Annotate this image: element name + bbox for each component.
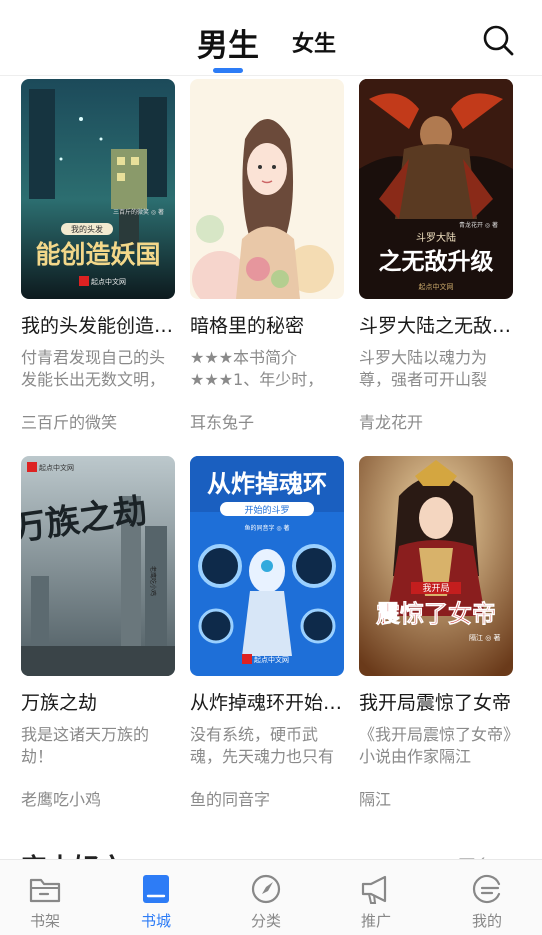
cover-badge: 起点中文网 — [254, 655, 289, 664]
top-header: 男生 女生 — [0, 0, 542, 76]
book-description: 付青君发现自己的头发能长出无数文明， — [21, 348, 166, 389]
book-description: 我是这诸天万族的劫！ — [21, 725, 150, 766]
cover-badge: 起点中文网 — [91, 277, 126, 286]
book-author: 隔江 — [359, 790, 392, 809]
tab-male[interactable]: 男生 — [197, 20, 259, 65]
book-cover[interactable]: 青龙花开 ◎ 著 斗罗大陆 之无敌升级 起点中文网 — [359, 79, 513, 299]
book-title[interactable]: 我的头发能创造妖国 — [21, 311, 181, 338]
book-description: 《我开局震惊了女帝》小说由作家隔江 — [359, 725, 512, 766]
cover-badge: 起点中文网 — [39, 463, 74, 472]
megaphone-icon — [361, 875, 387, 904]
book-cover[interactable] — [190, 79, 344, 299]
active-tab-indicator — [213, 68, 243, 73]
book-title[interactable]: 我开局震惊了女帝 — [359, 688, 519, 715]
book-author: 鱼的同音字 — [190, 790, 271, 809]
book-title[interactable]: 斗罗大陆之无敌升级 — [359, 311, 519, 338]
book-cover[interactable]: 三百斤的微笑 ◎ 著 我的头发 能创造妖国 起点中文网 — [21, 79, 175, 299]
book-description: 斗罗大陆以魂力为尊，强者可开山裂石， — [359, 348, 488, 389]
book-author: 耳东兔子 — [190, 413, 255, 432]
nav-label: 分类 — [250, 912, 281, 930]
cover-title-line2: 开始的斗罗 — [244, 504, 289, 516]
cover-title-line2: 之无敌升级 — [379, 248, 494, 275]
cover-title-line1: 斗罗大陆 — [416, 231, 456, 244]
nav-item-bookshelf[interactable]: 书架 — [0, 860, 90, 935]
profile-icon — [472, 874, 501, 904]
book-description: ★★★本书简介★★★1、年少时， — [190, 348, 324, 389]
cover-author: 青龙花开 ◎ 著 — [459, 221, 498, 229]
cover-title-line2: 震惊了女帝 — [376, 599, 496, 628]
search-icon — [483, 25, 514, 56]
compass-icon — [251, 874, 281, 904]
cover-author: 隔江 ◎ 著 — [469, 633, 501, 642]
cover-title-line1: 我的头发 — [71, 224, 103, 234]
nav-label: 推广 — [360, 912, 391, 930]
book-title[interactable]: 暗格里的秘密 — [190, 311, 350, 338]
book-cover[interactable]: 从炸掉魂环 开始的斗罗 鱼的同音字 ◎ 著 起点中文网 — [190, 456, 344, 676]
nav-label: 书架 — [29, 912, 60, 930]
book-cover[interactable]: 我开局 震惊了女帝 隔江 ◎ 著 — [359, 456, 513, 676]
cover-title-line1: 从炸掉魂环 — [207, 470, 327, 498]
search-button[interactable] — [480, 22, 516, 58]
book-title[interactable]: 万族之劫 — [21, 688, 181, 715]
bottom-navigation: 书架 书城 分类 推广 我的 — [0, 859, 542, 935]
cover-title-line1: 我开局 — [422, 583, 449, 594]
cover-badge: 起点中文网 — [419, 282, 454, 291]
folder-icon — [29, 878, 61, 903]
nav-label: 书城 — [140, 912, 171, 930]
book-author: 老鹰吃小鸡 — [21, 790, 102, 809]
cover-author: 鱼的同音字 ◎ 著 — [244, 524, 289, 532]
nav-item-profile[interactable]: 我的 — [442, 860, 532, 935]
nav-item-category[interactable]: 分类 — [221, 860, 311, 935]
nav-item-promotion[interactable]: 推广 — [331, 860, 421, 935]
nav-item-bookstore[interactable]: 书城 — [111, 860, 201, 935]
cover-author: 老鹰吃小鸡 — [149, 566, 157, 596]
bookstore-icon — [143, 875, 169, 903]
book-title[interactable]: 从炸掉魂环开始斗罗 — [190, 688, 350, 715]
cover-author: 三百斤的微笑 ◎ 著 — [113, 208, 164, 216]
book-author: 三百斤的微笑 — [21, 413, 118, 432]
tab-female[interactable]: 女生 — [292, 26, 336, 58]
book-cover[interactable]: 起点中文网 万族之劫 老鹰吃小鸡 — [21, 456, 175, 676]
cover-title-line2: 能创造妖国 — [35, 240, 160, 269]
book-description: 没有系统，硬币武魂，先天魂力也只有 — [190, 725, 335, 766]
nav-label: 我的 — [471, 912, 502, 930]
book-author: 青龙花开 — [359, 413, 424, 432]
